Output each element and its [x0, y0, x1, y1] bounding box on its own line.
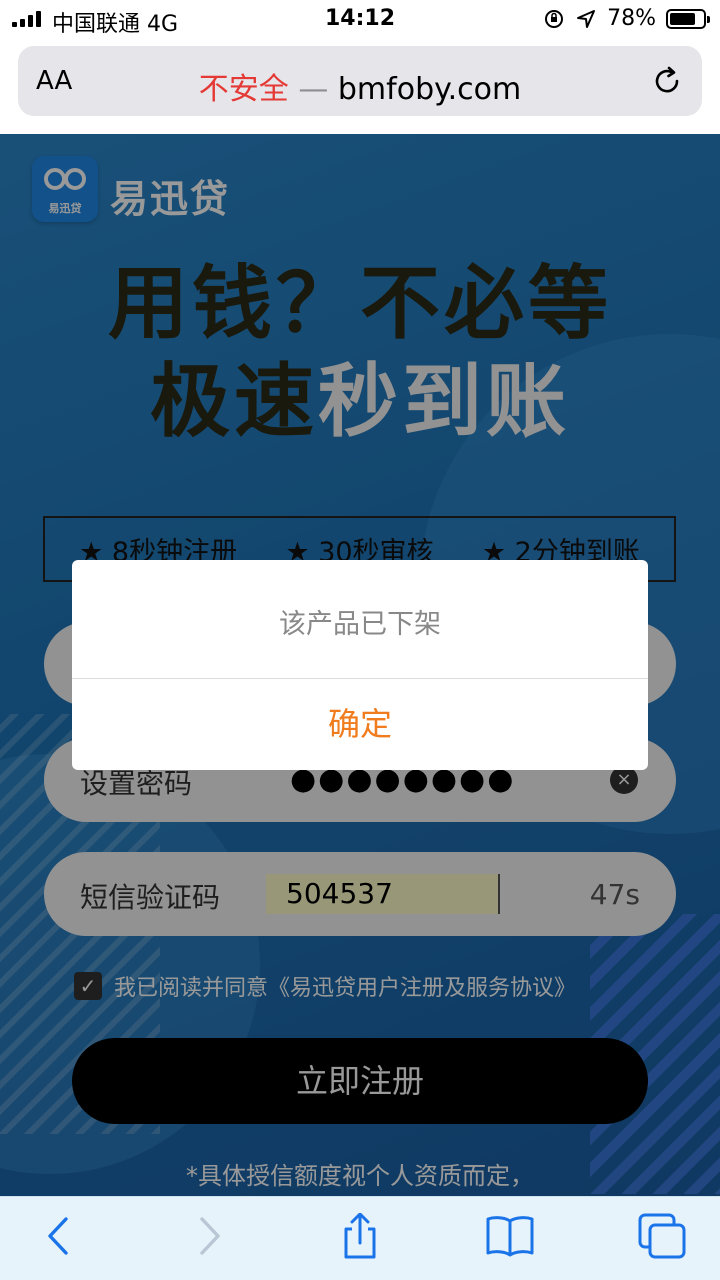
- chevron-left-icon: [48, 1217, 68, 1255]
- back-button[interactable]: [34, 1213, 86, 1259]
- browser-address-area: AA 不安全 — bmfoby.com: [0, 38, 720, 134]
- status-right: 78%: [543, 6, 710, 31]
- status-bar: 中国联通 4G 14:12 78%: [0, 0, 720, 38]
- share-icon: [344, 1212, 376, 1259]
- battery-fill: [670, 12, 695, 25]
- insecure-label: 不安全: [198, 72, 289, 107]
- dialog-message: 该产品已下架: [279, 609, 441, 640]
- address-bar[interactable]: AA 不安全 — bmfoby.com: [18, 46, 702, 116]
- confirm-button[interactable]: 确定: [72, 679, 648, 770]
- rotation-lock-icon: [545, 9, 564, 28]
- chevron-right-icon: [200, 1217, 220, 1255]
- location-arrow-icon: [577, 9, 596, 28]
- tabs-icon: [638, 1213, 686, 1259]
- url-display[interactable]: 不安全 — bmfoby.com: [18, 64, 702, 108]
- battery-percent: 78%: [607, 6, 656, 31]
- tabs-button[interactable]: [636, 1213, 688, 1259]
- share-button[interactable]: [334, 1212, 386, 1259]
- reload-icon[interactable]: [650, 64, 684, 98]
- book-icon: [486, 1216, 534, 1257]
- browser-toolbar: [0, 1196, 720, 1280]
- forward-button[interactable]: [182, 1213, 234, 1259]
- url-separator: —: [298, 72, 329, 107]
- url-domain: bmfoby.com: [337, 72, 522, 107]
- battery-icon: [666, 8, 710, 29]
- bookmarks-button[interactable]: [484, 1213, 536, 1259]
- alert-dialog: 该产品已下架 确定: [72, 560, 648, 770]
